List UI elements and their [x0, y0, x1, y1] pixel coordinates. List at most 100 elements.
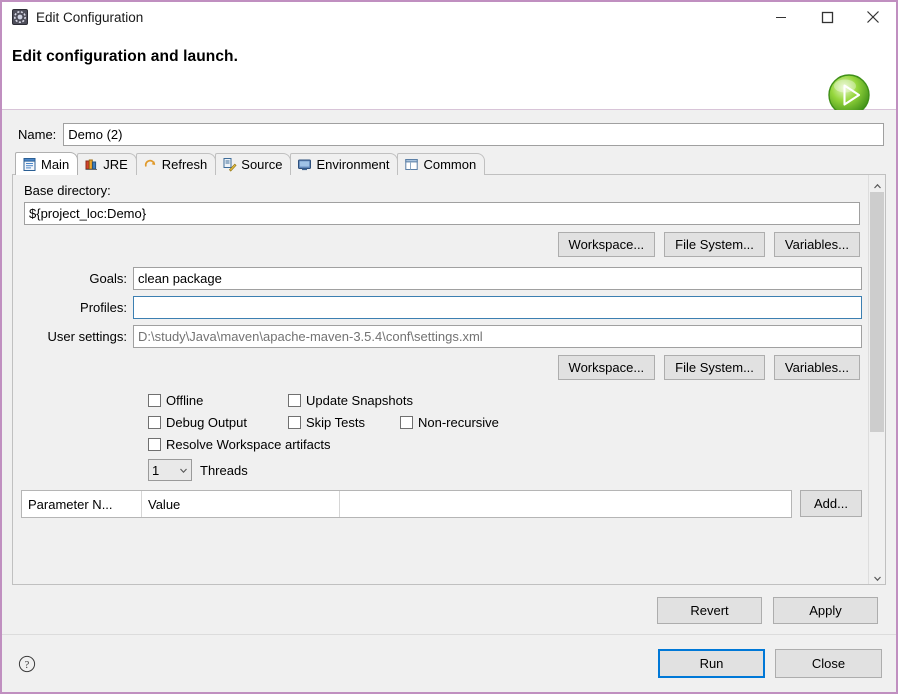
dialog-footer: ? Run Close: [2, 634, 896, 692]
refresh-arrows-icon: [143, 157, 158, 172]
tab-source[interactable]: Source: [215, 153, 292, 175]
main-tab-panel: Base directory: Workspace... File System…: [12, 174, 886, 585]
non-recursive-checkbox-label: Non-recursive: [418, 415, 499, 430]
workspace-button-settings[interactable]: Workspace...: [557, 355, 656, 380]
checkbox-row-1: Offline Update Snapshots: [148, 393, 862, 408]
edit-configuration-dialog: Edit Configuration Edit configuration an…: [0, 0, 898, 694]
scroll-up-button[interactable]: [869, 175, 885, 192]
svg-text:?: ?: [25, 660, 30, 671]
title-bar-left: Edit Configuration: [2, 9, 143, 25]
run-button[interactable]: Run: [658, 649, 765, 678]
checkbox-row-2: Debug Output Skip Tests Non-recursive: [148, 415, 862, 430]
tab-main-label: Main: [41, 156, 70, 172]
checkbox-box-icon: [148, 438, 161, 451]
threads-label: Threads: [200, 462, 248, 478]
update-snapshots-checkbox-label: Update Snapshots: [306, 393, 413, 408]
window-controls: [758, 2, 896, 32]
debug-output-checkbox-label: Debug Output: [166, 415, 247, 430]
common-window-icon: [404, 157, 419, 172]
options-checkbox-group: Offline Update Snapshots Debug Output Sk…: [148, 393, 862, 452]
column-header-value[interactable]: Value: [142, 491, 340, 517]
file-system-button-settings[interactable]: File System...: [664, 355, 765, 380]
revert-apply-row: Revert Apply: [12, 585, 886, 634]
goals-input[interactable]: [133, 267, 862, 290]
profiles-label: Profiles:: [80, 300, 127, 315]
user-settings-buttons: Workspace... File System... Variables...: [21, 355, 862, 380]
configuration-name-input[interactable]: [63, 123, 884, 146]
jre-books-icon: [84, 157, 99, 172]
scroll-track[interactable]: [869, 192, 885, 567]
base-directory-label: Base directory:: [24, 183, 111, 198]
variables-button[interactable]: Variables...: [773, 232, 860, 257]
checkbox-box-icon: [288, 416, 301, 429]
checkbox-box-icon: [148, 416, 161, 429]
resolve-workspace-artifacts-checkbox-label: Resolve Workspace artifacts: [166, 437, 331, 452]
threads-row: 1 Threads: [148, 459, 862, 481]
close-button-footer[interactable]: Close: [775, 649, 882, 678]
dialog-body: Name: Main: [2, 110, 896, 634]
parameters-table[interactable]: Parameter N... Value: [21, 490, 792, 518]
tab-environment-label: Environment: [316, 157, 390, 172]
user-settings-label: User settings:: [47, 329, 127, 344]
parameters-area: Parameter N... Value Add...: [21, 490, 862, 518]
user-settings-row: User settings:: [21, 325, 862, 348]
threads-select[interactable]: 1: [148, 459, 192, 481]
apply-button[interactable]: Apply: [773, 597, 878, 624]
column-header-parameter-name[interactable]: Parameter N...: [22, 491, 142, 517]
environment-icon: [297, 157, 312, 172]
tab-common[interactable]: Common: [397, 153, 486, 175]
page-title: Edit configuration and launch.: [12, 48, 239, 65]
offline-checkbox[interactable]: Offline: [148, 393, 288, 408]
close-button[interactable]: [850, 2, 896, 32]
variables-button-settings[interactable]: Variables...: [773, 355, 860, 380]
tab-refresh[interactable]: Refresh: [135, 153, 217, 175]
scroll-thumb[interactable]: [870, 192, 884, 432]
tab-bar: Main JRE Refresh Source Environment Comm…: [12, 152, 886, 175]
tab-source-label: Source: [241, 157, 283, 172]
tab-environment[interactable]: Environment: [290, 153, 399, 175]
main-tab-content: Base directory: Workspace... File System…: [13, 175, 868, 584]
offline-checkbox-label: Offline: [166, 393, 204, 408]
base-directory-buttons: Workspace... File System... Variables...: [21, 232, 862, 257]
user-settings-input[interactable]: [133, 325, 862, 348]
checkbox-row-3: Resolve Workspace artifacts: [148, 437, 862, 452]
debug-output-checkbox[interactable]: Debug Output: [148, 415, 288, 430]
help-question-icon[interactable]: ?: [18, 655, 36, 673]
chevron-down-icon: [873, 571, 882, 582]
scroll-down-button[interactable]: [869, 567, 885, 584]
checkbox-box-icon: [288, 394, 301, 407]
panel-scrollbar[interactable]: [868, 175, 885, 584]
base-directory-input[interactable]: [24, 202, 860, 225]
column-header-filler: [340, 491, 791, 517]
minimize-button[interactable]: [758, 2, 804, 32]
tab-main[interactable]: Main: [15, 152, 79, 175]
main-sheet-icon: [22, 157, 37, 172]
goals-label: Goals:: [89, 271, 127, 286]
name-row: Name:: [12, 120, 886, 152]
tab-common-label: Common: [423, 157, 477, 172]
profiles-input[interactable]: [133, 296, 862, 319]
tab-jre[interactable]: JRE: [77, 153, 137, 175]
chevron-up-icon: [873, 179, 882, 189]
file-system-button[interactable]: File System...: [664, 232, 765, 257]
source-pencil-icon: [222, 157, 237, 172]
tab-jre-label: JRE: [103, 157, 128, 172]
update-snapshots-checkbox[interactable]: Update Snapshots: [288, 393, 413, 408]
eclipse-launch-icon: [12, 9, 28, 25]
revert-button[interactable]: Revert: [657, 597, 762, 624]
non-recursive-checkbox[interactable]: Non-recursive: [400, 415, 499, 430]
name-label: Name:: [18, 127, 57, 142]
goals-row: Goals:: [21, 267, 862, 290]
tab-refresh-label: Refresh: [161, 157, 208, 172]
maximize-button[interactable]: [804, 2, 850, 32]
threads-select-value: 1: [152, 462, 160, 478]
skip-tests-checkbox[interactable]: Skip Tests: [288, 415, 400, 430]
resolve-workspace-artifacts-checkbox[interactable]: Resolve Workspace artifacts: [148, 437, 331, 452]
chevron-down-icon: [179, 463, 188, 478]
dialog-header: Edit configuration and launch.: [2, 32, 896, 116]
checkbox-box-icon: [148, 394, 161, 407]
window-title: Edit Configuration: [36, 9, 144, 25]
workspace-button[interactable]: Workspace...: [557, 232, 656, 257]
title-bar: Edit Configuration: [2, 2, 896, 32]
add-parameter-button[interactable]: Add...: [800, 490, 862, 517]
